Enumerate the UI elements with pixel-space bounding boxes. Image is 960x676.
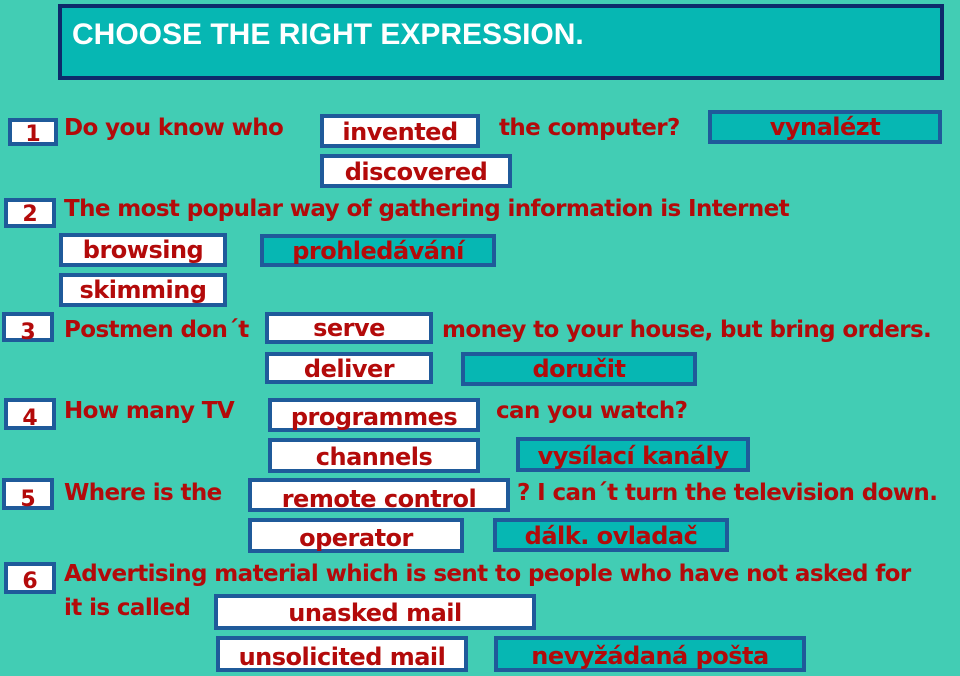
- option-discovered[interactable]: discovered: [320, 154, 512, 188]
- option-skimming[interactable]: skimming: [59, 273, 227, 307]
- question-3-text-before: Postmen don´t: [64, 317, 249, 343]
- translation-dalk-ovladac: dálk. ovladač: [493, 518, 729, 552]
- option-programmes[interactable]: programmes: [268, 398, 480, 432]
- option-operator[interactable]: operator: [248, 518, 464, 553]
- question-4-text-before: How many TV: [64, 398, 235, 424]
- question-number-5: 5: [2, 478, 54, 512]
- question-3-text-after: money to your house, but bring orders.: [442, 317, 932, 343]
- option-serve[interactable]: serve: [265, 312, 433, 344]
- question-6-text: Advertising material which is sent to pe…: [64, 561, 911, 587]
- title-banner: CHOOSE THE RIGHT EXPRESSION.: [58, 4, 944, 80]
- question-number-3: 3: [2, 312, 54, 345]
- option-unasked-mail[interactable]: unasked mail: [214, 594, 536, 630]
- question-4-text-after: can you watch?: [496, 398, 688, 424]
- question-1-text-after: the computer?: [499, 115, 680, 141]
- translation-nevyzadana-posta: nevyžádaná pošta: [494, 636, 806, 672]
- translation-vysilaci-kanaly: vysílací kanály: [516, 437, 750, 472]
- question-number-2: 2: [4, 198, 56, 228]
- question-number-4: 4: [4, 398, 56, 431]
- translation-prohledavani: prohledávání: [260, 234, 496, 267]
- question-5-text-after: ? I can´t turn the television down.: [517, 480, 938, 506]
- translation-dorucit: doručit: [461, 352, 697, 386]
- question-2-text: The most popular way of gathering inform…: [64, 196, 790, 222]
- option-remote-control[interactable]: remote control: [248, 478, 510, 513]
- option-deliver[interactable]: deliver: [265, 352, 433, 384]
- option-browsing[interactable]: browsing: [59, 233, 227, 267]
- question-5-text-before: Where is the: [64, 480, 222, 506]
- page-title: CHOOSE THE RIGHT EXPRESSION.: [72, 18, 584, 51]
- question-number-1: 1: [8, 118, 58, 147]
- option-invented[interactable]: invented: [320, 114, 480, 148]
- question-1-text-before: Do you know who: [64, 115, 284, 141]
- option-unsolicited-mail[interactable]: unsolicited mail: [216, 636, 468, 672]
- question-6-text-line2: it is called: [64, 595, 191, 621]
- question-number-6: 6: [4, 562, 56, 594]
- translation-vynalezt: vynalézt: [708, 110, 942, 144]
- option-channels[interactable]: channels: [268, 438, 480, 473]
